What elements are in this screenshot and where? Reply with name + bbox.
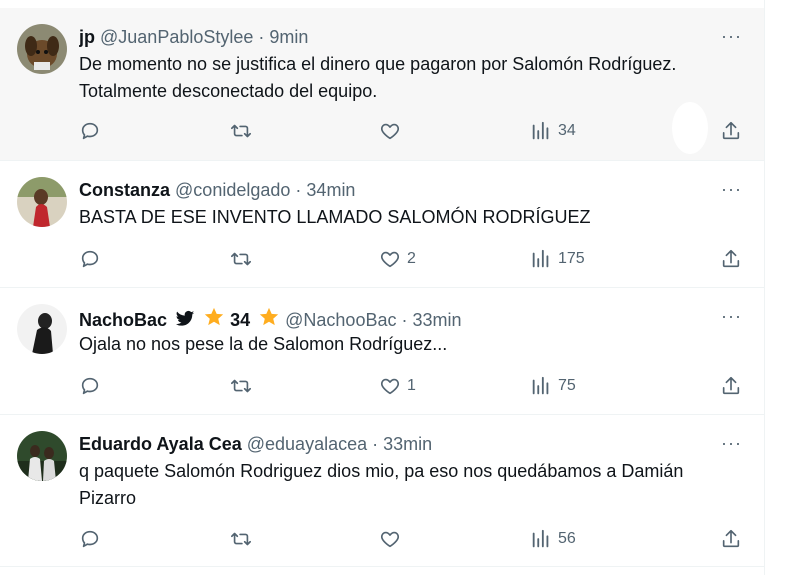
avatar[interactable] bbox=[17, 24, 67, 74]
tweet-text: Ojala no nos pese la de Salomon Rodrígue… bbox=[79, 334, 448, 354]
views-count: 175 bbox=[558, 250, 585, 267]
like-button[interactable] bbox=[379, 527, 407, 551]
views-icon bbox=[532, 529, 549, 548]
like-icon bbox=[381, 251, 399, 268]
overlay-blob bbox=[672, 102, 708, 154]
like-icon bbox=[381, 123, 399, 140]
views-icon bbox=[532, 121, 549, 140]
timestamp[interactable]: 9min bbox=[269, 27, 308, 47]
retweet-button[interactable] bbox=[229, 119, 259, 143]
separator: · bbox=[372, 434, 379, 454]
views-button[interactable]: 75 bbox=[530, 374, 576, 398]
share-button[interactable] bbox=[720, 247, 742, 271]
more-icon[interactable]: ··· bbox=[721, 26, 742, 47]
reply-button[interactable] bbox=[79, 374, 107, 398]
separator: · bbox=[258, 27, 265, 47]
author-name[interactable]: jp bbox=[79, 27, 95, 47]
more-icon[interactable]: ··· bbox=[721, 179, 742, 200]
tweet-header: Eduardo Ayala Cea @eduayalacea · 33min bbox=[79, 433, 704, 455]
timestamp[interactable]: 34min bbox=[306, 180, 355, 200]
separator: · bbox=[401, 310, 408, 330]
views-icon bbox=[532, 249, 549, 268]
retweet-icon bbox=[231, 379, 251, 393]
action-bar: 56 bbox=[79, 527, 740, 551]
like-button[interactable]: 1 bbox=[379, 374, 416, 398]
like-button[interactable]: 2 bbox=[379, 247, 416, 271]
views-count: 75 bbox=[558, 377, 576, 394]
tweet-text: De momento no se justifica el dinero que… bbox=[79, 54, 677, 101]
retweet-button[interactable] bbox=[229, 247, 259, 271]
author-handle[interactable]: @NachooBac bbox=[285, 310, 396, 330]
action-bar: 34 bbox=[79, 119, 740, 143]
tweet-header: Constanza @conidelgado · 34min bbox=[79, 179, 704, 201]
views-button[interactable]: 56 bbox=[530, 527, 576, 551]
reply-button[interactable] bbox=[79, 247, 107, 271]
reply-button[interactable] bbox=[79, 119, 107, 143]
action-bar: 1 75 bbox=[79, 374, 740, 398]
bird-icon bbox=[175, 310, 195, 333]
retweet-icon bbox=[231, 252, 251, 266]
more-icon[interactable]: ··· bbox=[721, 433, 742, 454]
tweet-header: jp @JuanPabloStylee · 9min bbox=[79, 26, 704, 48]
timestamp[interactable]: 33min bbox=[413, 310, 462, 330]
tweet-text: BASTA DE ESE INVENTO LLAMADO SALOMÓN ROD… bbox=[79, 207, 591, 227]
retweet-button[interactable] bbox=[229, 374, 259, 398]
avatar[interactable] bbox=[17, 177, 67, 227]
badge-count: 34 bbox=[230, 310, 251, 330]
separator: · bbox=[295, 180, 302, 200]
retweet-icon bbox=[231, 124, 251, 138]
like-count: 2 bbox=[407, 250, 416, 267]
share-button[interactable] bbox=[720, 119, 742, 143]
like-count: 1 bbox=[407, 377, 416, 394]
share-icon bbox=[722, 121, 740, 140]
author-handle[interactable]: @conidelgado bbox=[175, 180, 290, 200]
timestamp[interactable]: 33min bbox=[383, 434, 432, 454]
retweet-icon bbox=[231, 532, 251, 546]
like-icon bbox=[381, 378, 399, 395]
share-icon bbox=[722, 249, 740, 268]
reply-icon bbox=[81, 377, 99, 395]
share-icon bbox=[722, 376, 740, 395]
reply-icon bbox=[81, 122, 99, 140]
views-button[interactable]: 175 bbox=[530, 247, 585, 271]
avatar[interactable] bbox=[17, 304, 67, 354]
author-handle[interactable]: @JuanPabloStylee bbox=[100, 27, 253, 47]
author-handle[interactable]: @eduayalacea bbox=[247, 434, 367, 454]
avatar[interactable] bbox=[17, 431, 67, 481]
reply-icon bbox=[81, 250, 99, 268]
views-icon bbox=[532, 376, 549, 395]
star-icon bbox=[258, 306, 280, 333]
like-icon bbox=[381, 531, 399, 548]
tweet-card[interactable]: jp @JuanPabloStylee · 9min ··· De moment… bbox=[0, 8, 764, 161]
like-button[interactable] bbox=[379, 119, 407, 143]
more-icon[interactable]: ··· bbox=[721, 306, 742, 327]
author-name[interactable]: Constanza bbox=[79, 180, 170, 200]
tweet-card[interactable]: Constanza @conidelgado · 34min ··· BASTA… bbox=[0, 161, 764, 288]
reply-button[interactable] bbox=[79, 527, 107, 551]
tweet-header: NachoBac 34 @NachooBac · 33min bbox=[79, 306, 704, 333]
tweet-card[interactable]: Eduardo Ayala Cea @eduayalacea · 33min ·… bbox=[0, 415, 764, 567]
author-name[interactable]: NachoBac bbox=[79, 310, 167, 330]
share-button[interactable] bbox=[720, 374, 742, 398]
tweet-card[interactable]: NachoBac 34 @NachooBac · 33min ··· Ojala… bbox=[0, 288, 764, 415]
views-count: 34 bbox=[558, 122, 576, 139]
timeline-feed: jp @JuanPabloStylee · 9min ··· De moment… bbox=[0, 0, 765, 575]
views-count: 56 bbox=[558, 530, 576, 547]
reply-icon bbox=[81, 530, 99, 548]
tweet-text: q paquete Salomón Rodriguez dios mio, pa… bbox=[79, 461, 684, 508]
views-button[interactable]: 34 bbox=[530, 119, 576, 143]
share-icon bbox=[722, 529, 740, 548]
share-button[interactable] bbox=[720, 527, 742, 551]
retweet-button[interactable] bbox=[229, 527, 259, 551]
action-bar: 2 175 bbox=[79, 247, 740, 271]
author-name[interactable]: Eduardo Ayala Cea bbox=[79, 434, 242, 454]
star-icon bbox=[203, 306, 225, 333]
